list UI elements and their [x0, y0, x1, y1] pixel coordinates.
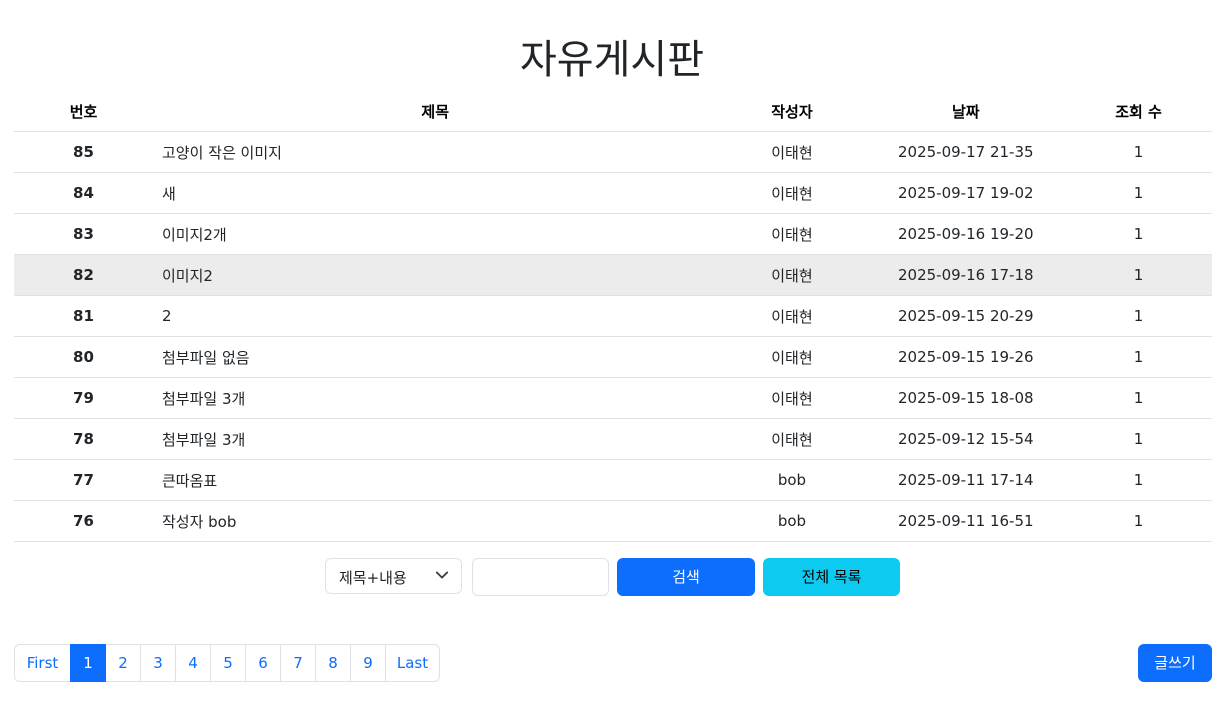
row-title-link[interactable]: 큰따옴표 [152, 459, 718, 501]
row-no: 83 [14, 213, 153, 255]
row-date: 2025-09-15 18-08 [866, 377, 1066, 419]
board-table: 번호 제목 작성자 날짜 조회 수 85 고양이 작은 이미지 이태현 2025… [14, 91, 1212, 542]
page-6[interactable]: 6 [245, 644, 281, 682]
table-row[interactable]: 85 고양이 작은 이미지 이태현 2025-09-17 21-35 1 [14, 131, 1212, 173]
page-last[interactable]: Last [385, 644, 440, 682]
table-row[interactable]: 78 첨부파일 3개 이태현 2025-09-12 15-54 1 [14, 418, 1212, 460]
row-title-link[interactable]: 고양이 작은 이미지 [152, 131, 718, 173]
row-views: 1 [1065, 459, 1212, 501]
row-author: 이태현 [717, 213, 867, 255]
header-views: 조회 수 [1065, 91, 1212, 132]
row-no: 81 [14, 295, 153, 337]
row-no: 82 [14, 254, 153, 296]
row-title-link[interactable]: 이미지2 [152, 254, 718, 296]
table-row-hovered[interactable]: 82 이미지2 이태현 2025-09-16 17-18 1 [14, 254, 1212, 296]
row-views: 1 [1065, 254, 1212, 296]
table-row[interactable]: 80 첨부파일 없음 이태현 2025-09-15 19-26 1 [14, 336, 1212, 378]
row-views: 1 [1065, 172, 1212, 214]
page-1[interactable]: 1 [70, 644, 106, 682]
row-title-link[interactable]: 첨부파일 3개 [152, 377, 718, 419]
row-views: 1 [1065, 336, 1212, 378]
table-row[interactable]: 83 이미지2개 이태현 2025-09-16 19-20 1 [14, 213, 1212, 255]
table-row[interactable]: 81 2 이태현 2025-09-15 20-29 1 [14, 295, 1212, 337]
page-4[interactable]: 4 [175, 644, 211, 682]
header-no: 번호 [14, 91, 153, 132]
row-no: 80 [14, 336, 153, 378]
row-date: 2025-09-11 16-51 [866, 500, 1066, 542]
row-author: bob [717, 459, 867, 501]
row-author: 이태현 [717, 131, 867, 173]
board-page: 자유게시판 번호 제목 작성자 날짜 조회 수 85 고양이 작은 이미지 이태… [0, 0, 1224, 708]
all-list-button[interactable]: 전체 목록 [763, 558, 900, 596]
row-no: 78 [14, 418, 153, 460]
pagination: First 1 2 3 4 5 6 7 8 9 Last [14, 644, 440, 682]
row-date: 2025-09-12 15-54 [866, 418, 1066, 460]
row-no: 85 [14, 131, 153, 173]
row-author: bob [717, 500, 867, 542]
page-2[interactable]: 2 [105, 644, 141, 682]
page-title: 자유게시판 [520, 37, 704, 83]
row-date: 2025-09-15 20-29 [866, 295, 1066, 337]
row-date: 2025-09-17 19-02 [866, 172, 1066, 214]
row-date: 2025-09-15 19-26 [866, 336, 1066, 378]
row-date: 2025-09-17 21-35 [866, 131, 1066, 173]
header-date: 날짜 [866, 91, 1066, 132]
page-9[interactable]: 9 [350, 644, 386, 682]
page-5[interactable]: 5 [210, 644, 246, 682]
page-8[interactable]: 8 [315, 644, 351, 682]
row-date: 2025-09-11 17-14 [866, 459, 1066, 501]
page-7[interactable]: 7 [280, 644, 316, 682]
row-title-link[interactable]: 새 [152, 172, 718, 214]
header-author: 작성자 [717, 91, 867, 132]
row-date: 2025-09-16 17-18 [866, 254, 1066, 296]
table-row[interactable]: 77 큰따옴표 bob 2025-09-11 17-14 1 [14, 459, 1212, 501]
page-first[interactable]: First [14, 644, 71, 682]
search-input[interactable] [472, 558, 609, 596]
search-type-select[interactable]: 제목+내용 [325, 558, 462, 594]
row-views: 1 [1065, 131, 1212, 173]
row-views: 1 [1065, 500, 1212, 542]
row-title-link[interactable]: 이미지2개 [152, 213, 718, 255]
row-title-link[interactable]: 첨부파일 없음 [152, 336, 718, 378]
row-title-link[interactable]: 첨부파일 3개 [152, 418, 718, 460]
row-author: 이태현 [717, 336, 867, 378]
table-row[interactable]: 79 첨부파일 3개 이태현 2025-09-15 18-08 1 [14, 377, 1212, 419]
row-author: 이태현 [717, 172, 867, 214]
table-row[interactable]: 76 작성자 bob bob 2025-09-11 16-51 1 [14, 500, 1212, 542]
row-date: 2025-09-16 19-20 [866, 213, 1066, 255]
row-title-link[interactable]: 작성자 bob [152, 500, 718, 542]
search-bar: 제목+내용 검색 전체 목록 [0, 558, 1224, 596]
row-author: 이태현 [717, 295, 867, 337]
row-title-link[interactable]: 2 [152, 295, 718, 337]
page-3[interactable]: 3 [140, 644, 176, 682]
chevron-down-icon [435, 571, 449, 579]
table-row[interactable]: 84 새 이태현 2025-09-17 19-02 1 [14, 172, 1212, 214]
row-author: 이태현 [717, 418, 867, 460]
row-views: 1 [1065, 295, 1212, 337]
row-no: 77 [14, 459, 153, 501]
row-author: 이태현 [717, 254, 867, 296]
row-views: 1 [1065, 418, 1212, 460]
table-header-row: 번호 제목 작성자 날짜 조회 수 [14, 91, 1212, 132]
row-no: 84 [14, 172, 153, 214]
search-type-selected: 제목+내용 [339, 569, 407, 587]
row-no: 76 [14, 500, 153, 542]
write-post-button[interactable]: 글쓰기 [1138, 644, 1212, 682]
row-views: 1 [1065, 377, 1212, 419]
search-button[interactable]: 검색 [617, 558, 755, 596]
row-no: 79 [14, 377, 153, 419]
row-views: 1 [1065, 213, 1212, 255]
row-author: 이태현 [717, 377, 867, 419]
header-title: 제목 [152, 91, 718, 132]
